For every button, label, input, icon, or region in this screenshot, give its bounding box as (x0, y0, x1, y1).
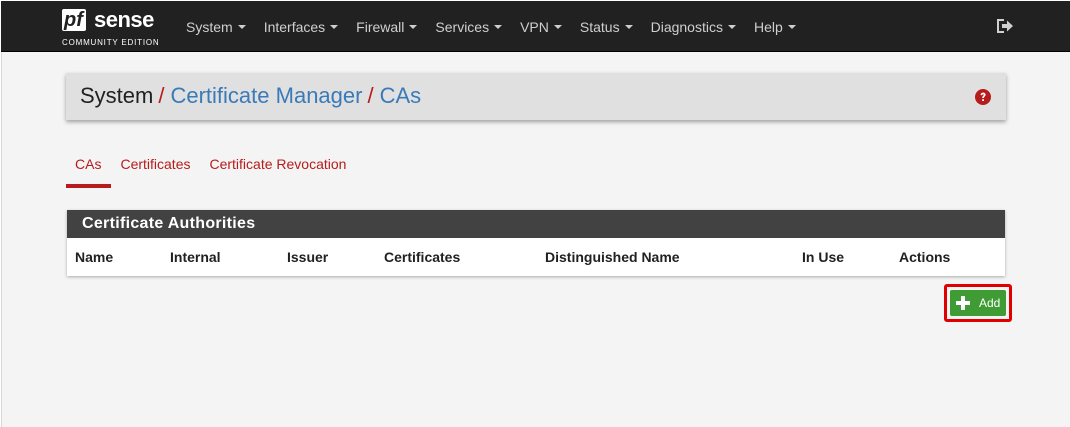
caret-down-icon (553, 24, 562, 29)
plus-icon (956, 296, 970, 310)
certificate-tabs: CAs Certificates Certificate Revocation (66, 150, 356, 188)
caret-down-icon (787, 24, 796, 29)
menu-system[interactable]: System (177, 19, 255, 35)
menu-label: Firewall (356, 18, 405, 35)
menu-services[interactable]: Services (426, 19, 511, 35)
menu-label: Help (753, 18, 783, 35)
panel-heading: Certificate Authorities (67, 210, 1005, 238)
menu-label: VPN (520, 18, 549, 35)
breadcrumb-separator: / (158, 83, 165, 108)
caret-down-icon (409, 24, 418, 29)
add-button[interactable]: Add (950, 290, 1006, 316)
add-button-label: Add (979, 296, 1001, 310)
pfsense-logo[interactable]: pf sense COMMUNITY EDITION (61, 7, 171, 51)
menu-help[interactable]: Help (745, 19, 805, 35)
tab-certificates[interactable]: Certificates (111, 150, 200, 188)
menu-label: Diagnostics (650, 18, 723, 35)
main-menu: System Interfaces Firewall Services VPN … (177, 1, 805, 52)
menu-interfaces[interactable]: Interfaces (255, 19, 347, 35)
menu-diagnostics[interactable]: Diagnostics (642, 19, 745, 35)
menu-firewall[interactable]: Firewall (347, 19, 426, 35)
caret-down-icon (237, 24, 246, 29)
column-header-certificates: Certificates (384, 249, 461, 265)
column-header-distinguished-name: Distinguished Name (545, 249, 680, 265)
column-header-in-use: In Use (802, 249, 845, 265)
top-navbar: pf sense COMMUNITY EDITION System Interf… (1, 1, 1070, 52)
tab-cas[interactable]: CAs (66, 150, 112, 188)
menu-vpn[interactable]: VPN (511, 19, 571, 35)
menu-label: Services (435, 18, 490, 35)
breadcrumb-certificate-manager[interactable]: Certificate Manager (170, 83, 362, 108)
breadcrumb-cas[interactable]: CAs (380, 83, 422, 108)
certificate-authorities-panel: Certificate Authorities Name Internal Is… (67, 210, 1005, 276)
column-header-name: Name (75, 249, 114, 265)
menu-label: Status (579, 18, 620, 35)
column-header-actions: Actions (899, 249, 951, 265)
caret-down-icon (494, 24, 503, 29)
column-header-issuer: Issuer (287, 249, 329, 265)
column-header-internal: Internal (170, 249, 221, 265)
menu-status[interactable]: Status (571, 19, 642, 35)
breadcrumb: System / Certificate Manager / CAs (80, 83, 421, 109)
logo-pf-text: pf (62, 9, 86, 31)
caret-down-icon (330, 24, 339, 29)
caret-down-icon (624, 24, 633, 29)
sign-out-icon[interactable] (996, 18, 1014, 34)
question-circle-icon[interactable] (975, 89, 991, 105)
tab-certificate-revocation[interactable]: Certificate Revocation (200, 150, 356, 188)
breadcrumb-separator: / (367, 83, 374, 108)
logo-sense-text: sense (94, 7, 154, 32)
breadcrumb-panel: System / Certificate Manager / CAs (66, 73, 1006, 120)
logo-edition-text: COMMUNITY EDITION (62, 38, 160, 47)
menu-label: Interfaces (263, 18, 326, 35)
breadcrumb-system: System (80, 83, 154, 108)
caret-down-icon (727, 24, 736, 29)
menu-label: System (186, 18, 233, 35)
